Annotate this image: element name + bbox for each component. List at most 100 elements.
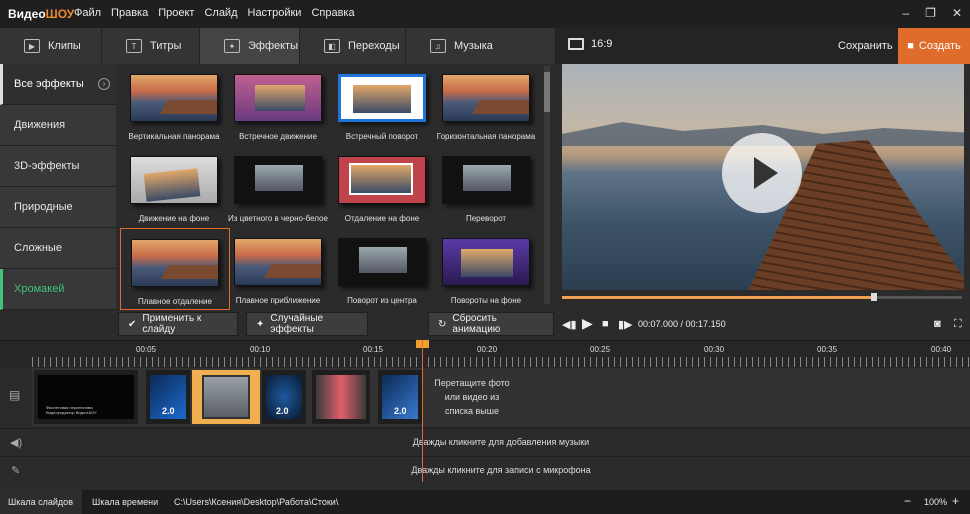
play-overlay-button[interactable] [722,133,802,213]
category-nature[interactable]: Природные [0,187,116,228]
maximize-icon[interactable]: ❐ [925,6,936,20]
menu-edit[interactable]: Правка [111,7,148,19]
monitor-icon [568,38,584,50]
tab-transitions[interactable]: ◧ Переходы [300,28,406,64]
effect-thumbnail [442,238,530,286]
playback-controls: ◀▮ ▶ ■ ▮▶ 00:07.000 / 00:17.150 ◙ ⛶ [556,310,970,338]
mic-hint: Дважды кликните для записи с микрофона [411,465,591,475]
tab-slides-timeline[interactable]: Шкала слайдов [8,497,73,507]
effect-item[interactable]: Горизонтальная панорама [432,64,542,146]
effect-item[interactable]: Переворот [432,146,542,228]
effect-item-selected[interactable]: Плавное отдаление [120,228,230,310]
effect-thumbnail [131,239,219,287]
effect-thumbnail [234,74,322,122]
apply-to-slide-button[interactable]: ✔ Применить к слайду [118,312,238,336]
music-track[interactable]: ◀) Дважды кликните для добавления музыки [0,428,970,457]
category-3d[interactable]: 3D-эффекты [0,146,116,187]
effects-grid: Вертикальная панорама Встречное движение… [116,64,556,310]
menu-file[interactable]: Файл [74,7,101,19]
slide-clip[interactable] [312,370,370,424]
refresh-icon: ↻ [438,318,447,330]
aspect-ratio-selector[interactable]: 16:9 [568,38,612,50]
effect-thumbnail [130,74,218,122]
ruler-label: 00:25 [590,345,611,354]
tab-effects[interactable]: ✦ Эффекты [200,28,300,64]
create-button[interactable]: ■ Создать [898,28,970,64]
menu-project[interactable]: Проект [158,7,194,19]
effect-thumbnail [234,156,322,204]
skip-back-icon[interactable]: ◀▮ [562,318,577,331]
effect-item[interactable]: Повороты на фоне [432,228,542,310]
effect-thumbnail [338,156,426,204]
title-bar: ВидеоШОУ Файл Правка Проект Слайд Настро… [0,0,970,28]
effect-item[interactable]: Поворот из центра [328,228,438,310]
random-effects-button[interactable]: ✦ Случайные эффекты [246,312,368,336]
effect-item[interactable]: Вертикальная панорама [120,64,230,146]
effect-categories: Все эффекты › Движения 3D-эффекты Природн… [0,64,116,310]
tab-titles[interactable]: T Титры [102,28,200,64]
menu-slide[interactable]: Слайд [204,7,237,19]
microphone-track[interactable]: ✎ Дважды кликните для записи с микрофона [0,456,970,485]
ruler-label: 00:35 [817,345,838,354]
effect-item[interactable]: Встречный поворот [328,64,438,146]
timeline-ruler[interactable]: 00:05 00:10 00:15 00:20 00:25 00:30 00:3… [0,340,970,368]
category-all[interactable]: Все эффекты › [0,64,116,105]
save-button[interactable]: Сохранить [838,40,893,52]
effect-item[interactable]: Встречное движение [224,64,334,146]
zoom-out-icon[interactable]: − [904,494,911,508]
fullscreen-icon[interactable]: ⛶ [954,318,962,331]
effect-thumbnail [338,74,426,122]
magic-wand-icon: ✦ [256,318,265,330]
clip-icon: ▶ [24,39,40,53]
video-track-icon-lane: ▤ [0,368,32,426]
category-complex[interactable]: Сложные [0,228,116,269]
effect-item[interactable]: Движение на фоне [120,146,230,228]
effect-item[interactable]: Плавное приближение [224,228,334,310]
effect-item[interactable]: Отдаление на фоне [328,146,438,228]
effect-thumbnail [234,238,322,286]
tab-clips[interactable]: ▶ Клипы [0,28,102,64]
current-path: C:\Users\Ксения\Desktop\Работа\Стоки\ [174,497,339,507]
effect-thumbnail [338,238,426,286]
minimize-icon[interactable]: – [902,6,909,20]
stop-icon[interactable]: ■ [602,318,609,330]
play-icon[interactable]: ▶ [582,315,593,332]
transition-clip[interactable]: 2.0 [262,370,306,424]
tab-music[interactable]: ♫ Музыка [406,28,556,64]
text-icon: T [126,39,142,53]
playback-progress[interactable] [562,293,962,301]
category-chromakey[interactable]: Хромакей [0,269,116,310]
transition-clip[interactable]: 2.0 [146,370,190,424]
tab-time-timeline[interactable]: Шкала времени [92,497,158,507]
progress-knob[interactable] [871,293,877,301]
effect-thumbnail [442,74,530,122]
app-logo: ВидеоШОУ [8,7,75,21]
menu-help[interactable]: Справка [311,7,354,19]
timecode: 00:07.000 / 00:17.150 [638,319,726,329]
transition-clip[interactable]: 2.0 [378,370,422,424]
ruler-label: 00:30 [704,345,725,354]
ruler-label: 00:40 [931,345,952,354]
chevron-right-icon: › [98,78,110,90]
drop-hint: Перетащите фото или видео из списка выше [434,378,510,416]
gift-icon: ■ [907,40,914,52]
ruler-label: 00:05 [136,345,157,354]
effect-thumbnail [442,156,530,204]
playhead[interactable] [422,340,423,482]
reset-animation-button[interactable]: ↻ Сбросить анимацию [428,312,554,336]
preview-header: 16:9 Сохранить ■ Создать [556,28,970,64]
effects-scrollbar[interactable] [544,66,550,304]
camera-icon[interactable]: ◙ [934,318,941,330]
menu-bar: Файл Правка Проект Слайд Настройки Справ… [74,7,355,19]
category-motion[interactable]: Движения [0,105,116,146]
effect-item[interactable]: Из цветного в черно-белое [224,146,334,228]
close-icon[interactable]: ✕ [952,6,962,20]
zoom-in-icon[interactable]: + [952,494,959,508]
music-hint: Дважды кликните для добавления музыки [412,437,590,447]
play-icon [754,157,778,189]
skip-forward-icon[interactable]: ▮▶ [618,318,633,331]
slide-clip[interactable]: Фиолетовая перспектива Видеоредактор Вид… [34,370,138,424]
window-controls: – ❐ ✕ [902,6,962,20]
menu-settings[interactable]: Настройки [248,7,302,19]
slide-clip-selected[interactable] [192,370,260,424]
